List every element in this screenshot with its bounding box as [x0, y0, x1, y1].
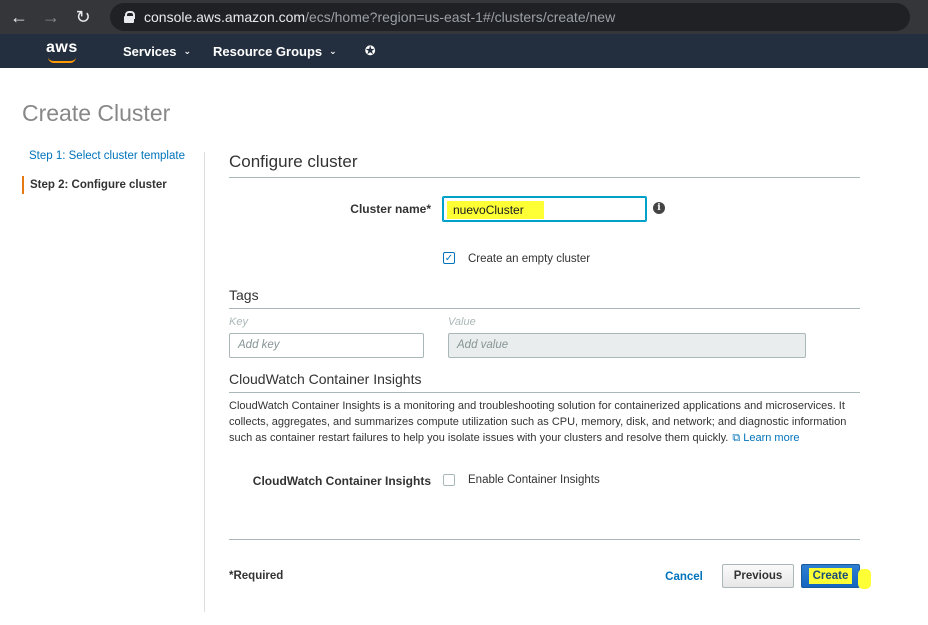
enable-insights-checkbox[interactable]	[443, 474, 455, 486]
back-arrow-icon[interactable]: ←	[6, 4, 32, 30]
chevron-down-icon: ⌄	[329, 45, 337, 56]
sidebar-divider	[204, 152, 205, 612]
required-note: *Required	[229, 570, 284, 582]
address-bar[interactable]: console.aws.amazon.com/ecs/home?region=u…	[110, 3, 910, 31]
learn-more-link[interactable]: Learn more	[743, 432, 799, 444]
url-host: console.aws.amazon.com	[144, 9, 306, 25]
aws-smile-icon	[48, 57, 76, 63]
insights-description: CloudWatch Container Insights is a monit…	[229, 398, 861, 446]
tag-value-input[interactable]: Add value	[448, 333, 806, 358]
create-button-label: Create	[808, 568, 853, 584]
reload-icon[interactable]: ↻	[70, 4, 96, 30]
pin-icon[interactable]: ✪	[365, 43, 376, 59]
configure-cluster-heading: Configure cluster	[229, 152, 358, 171]
empty-cluster-checkbox[interactable]: ✓	[443, 252, 455, 264]
insights-row-label: CloudWatch Container Insights	[252, 474, 431, 488]
chevron-down-icon: ⌄	[183, 45, 192, 56]
aws-logo-text: aws	[46, 39, 78, 56]
forward-arrow-icon[interactable]: →	[38, 4, 64, 30]
sidebar-step-2[interactable]: Step 2: Configure cluster	[22, 176, 167, 194]
cancel-button[interactable]: Cancel	[660, 566, 708, 588]
footer-divider	[229, 539, 860, 540]
tag-key-header: Key	[229, 316, 248, 328]
services-menu[interactable]: Services ⌄	[123, 44, 191, 59]
aws-logo[interactable]: aws	[46, 37, 80, 65]
section-divider	[229, 308, 860, 309]
cluster-name-value: nuevoCluster	[447, 201, 544, 219]
empty-cluster-label: Create an empty cluster	[468, 253, 591, 265]
sidebar-step-2-label: Step 2: Configure cluster	[30, 179, 167, 191]
highlight-mark	[858, 569, 871, 589]
resource-groups-label: Resource Groups	[213, 43, 323, 59]
section-divider	[229, 392, 860, 393]
tag-key-input[interactable]: Add key	[229, 333, 424, 358]
resource-groups-menu[interactable]: Resource Groups ⌄	[213, 44, 337, 59]
tags-heading: Tags	[229, 287, 259, 303]
lock-icon	[124, 11, 135, 23]
enable-insights-label: Enable Container Insights	[468, 474, 600, 486]
cluster-name-label: Cluster name*	[350, 202, 431, 216]
info-icon[interactable]: i	[653, 202, 665, 214]
browser-toolbar: ← → ↻ console.aws.amazon.com/ecs/home?re…	[0, 0, 928, 34]
url-path: /ecs/home?region=us-east-1#/clusters/cre…	[305, 9, 616, 25]
cluster-name-input[interactable]: nuevoCluster	[442, 196, 647, 222]
external-link-icon: ⧉	[732, 432, 741, 444]
create-button[interactable]: Create	[801, 564, 860, 588]
aws-top-nav: aws Services ⌄ Resource Groups ⌄ ✪	[0, 34, 928, 68]
services-label: Services	[123, 43, 177, 59]
sidebar-step-1[interactable]: Step 1: Select cluster template	[29, 150, 185, 162]
insights-heading: CloudWatch Container Insights	[229, 371, 422, 387]
previous-button[interactable]: Previous	[722, 564, 794, 588]
section-divider	[229, 177, 860, 178]
page-title: Create Cluster	[22, 100, 171, 126]
tag-value-header: Value	[448, 316, 476, 328]
